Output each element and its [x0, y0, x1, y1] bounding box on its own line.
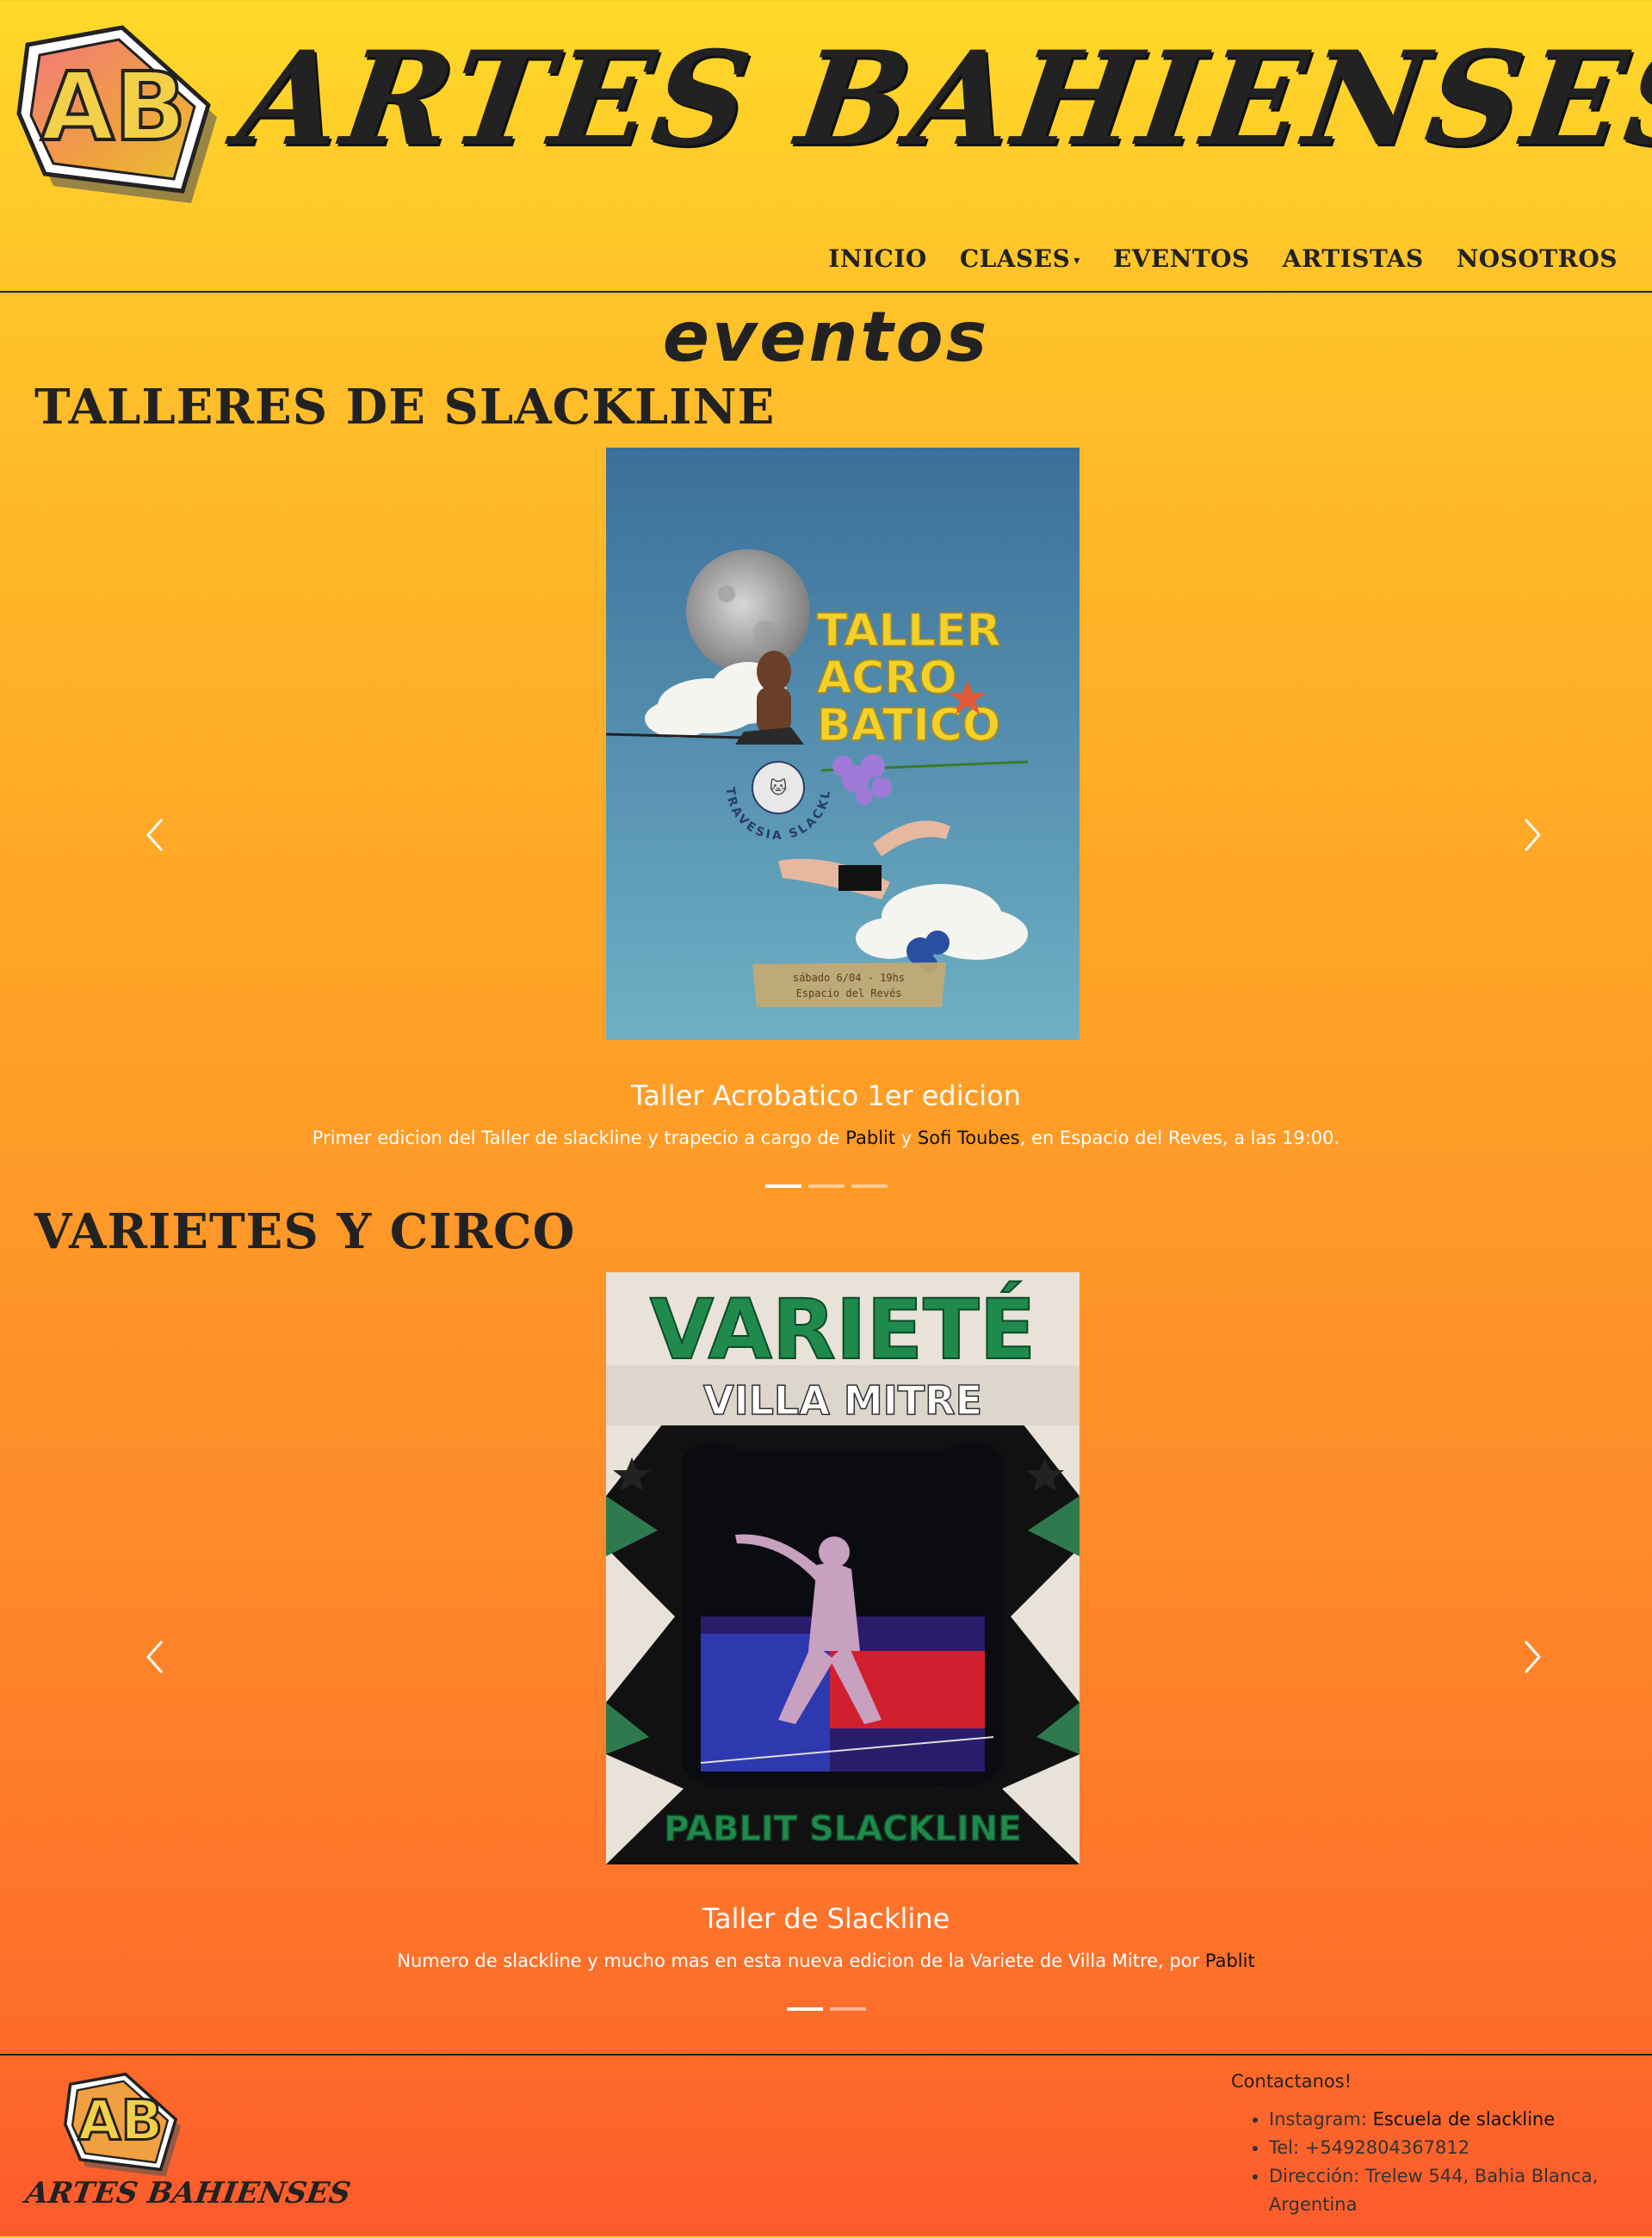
- nav-clases-label: CLASES: [959, 244, 1071, 273]
- site-footer: AB ARTES BAHIENSES Contactanos! Instagra…: [0, 2054, 1652, 2238]
- site-header: AB ARTES BAHIENSES INICIO CLASES ▾ EVENTO…: [0, 0, 1652, 293]
- carousel-slide-image: VARIETÉ VILLA MITRE PABLIT SLACKLINE: [606, 1272, 1080, 1864]
- carousel-slide-image: 🐱 TRAVESIA SLACKLINE TALLER ACRO BATICO …: [606, 448, 1080, 1040]
- artist-link-sofi-toubes[interactable]: Sofi Toubes: [918, 1128, 1020, 1148]
- svg-text:sábado 6/04 - 19hs: sábado 6/04 - 19hs: [793, 972, 905, 984]
- chevron-right-icon: [1524, 1641, 1542, 1673]
- carousel-indicator-2[interactable]: [807, 1184, 845, 1188]
- carousel-caption-title: Taller Acrobatico 1er edicion: [631, 1079, 1021, 1112]
- chevron-left-icon: [145, 1641, 164, 1673]
- carousel-caption-text: Primer edicion del Taller de slackline y…: [0, 1128, 1652, 1148]
- taller-acrobatico-poster: 🐱 TRAVESIA SLACKLINE TALLER ACRO BATICO …: [606, 448, 1080, 1040]
- chevron-left-icon: [145, 819, 164, 851]
- instagram-label: Instagram:: [1269, 2109, 1373, 2130]
- svg-text:PABLIT SLACKLINE: PABLIT SLACKLINE: [664, 1809, 1021, 1849]
- nav-clases[interactable]: CLASES ▾: [960, 244, 1080, 273]
- carousel-indicator-3[interactable]: [851, 1184, 888, 1188]
- contact-instagram: Instagram: Escuela de slackline: [1269, 2105, 1648, 2134]
- carousel-prev-button[interactable]: [138, 1631, 172, 1683]
- svg-text:ACRO: ACRO: [817, 652, 957, 704]
- caption-text-part: y: [895, 1128, 918, 1148]
- artist-link-pablit[interactable]: Pablit: [845, 1128, 895, 1148]
- graffiti-logo-icon: AB: [16, 25, 217, 203]
- svg-text:Espacio del Revés: Espacio del Revés: [796, 987, 902, 999]
- carousel-prev-button[interactable]: [138, 809, 172, 861]
- carousel-indicators: [0, 1184, 1652, 1188]
- svg-text:VARIETÉ: VARIETÉ: [650, 1281, 1036, 1378]
- caption-text-part: Numero de slackline y mucho mas en esta …: [397, 1951, 1205, 1971]
- carousel-next-button[interactable]: [1515, 809, 1550, 861]
- carousel-next-button[interactable]: [1515, 1631, 1550, 1683]
- brand-title[interactable]: ARTES BAHIENSES: [231, 23, 1652, 175]
- carousel-indicator-1[interactable]: [764, 1184, 801, 1188]
- carousel-indicator-2[interactable]: [829, 2007, 866, 2011]
- svg-text:VILLA MITRE: VILLA MITRE: [703, 1377, 982, 1424]
- svg-text:AB: AB: [41, 52, 187, 162]
- carousel-caption-text: Numero de slackline y mucho mas en esta …: [0, 1951, 1652, 1971]
- brand-logo[interactable]: AB: [10, 10, 217, 217]
- caret-down-icon: ▾: [1073, 253, 1080, 268]
- carousel-indicator-1[interactable]: [786, 2007, 823, 2011]
- contact-phone: Tel: +5492804367812: [1269, 2134, 1648, 2162]
- svg-text:🐱: 🐱: [770, 777, 788, 798]
- nav-nosotros[interactable]: NOSOTROS: [1457, 244, 1618, 273]
- nav-inicio[interactable]: INICIO: [828, 244, 927, 273]
- svg-text:TALLER: TALLER: [817, 605, 1001, 657]
- moon-icon: [686, 549, 810, 673]
- footer-logo[interactable]: AB: [60, 2064, 182, 2185]
- carousel-indicators: [0, 2007, 1652, 2011]
- nav-artistas[interactable]: ARTISTAS: [1283, 244, 1424, 273]
- page-title: eventos: [662, 297, 990, 377]
- svg-text:AB: AB: [78, 2089, 164, 2154]
- contact-list: Instagram: Escuela de slackline Tel: +54…: [1233, 2105, 1648, 2219]
- section-heading-talleres: TALLERES DE SLACKLINE: [34, 379, 776, 436]
- caption-text-part: Primer edicion del Taller de slackline y…: [312, 1128, 846, 1148]
- graffiti-logo-icon: AB: [64, 2072, 182, 2177]
- variete-villa-mitre-poster: VARIETÉ VILLA MITRE PABLIT SLACKLINE: [606, 1272, 1080, 1864]
- chevron-right-icon: [1524, 819, 1542, 851]
- main-nav: INICIO CLASES ▾ EVENTOS ARTISTAS NOSOTROS: [828, 244, 1618, 273]
- contact-address: Dirección: Trelew 544, Bahia Blanca, Arg…: [1269, 2162, 1648, 2219]
- carousel-caption-title: Taller de Slackline: [702, 1902, 950, 1935]
- contact-title: Contactanos!: [1231, 2071, 1352, 2092]
- nav-eventos[interactable]: EVENTOS: [1113, 244, 1250, 273]
- artist-link-pablit[interactable]: Pablit: [1205, 1951, 1255, 1971]
- footer-brand-title: ARTES BAHIENSES: [23, 2176, 353, 2210]
- caption-text-part: , en Espacio del Reves, a las 19:00.: [1019, 1128, 1340, 1148]
- instagram-link[interactable]: Escuela de slackline: [1373, 2109, 1556, 2130]
- section-heading-varietes: VARIETES Y CIRCO: [34, 1203, 576, 1260]
